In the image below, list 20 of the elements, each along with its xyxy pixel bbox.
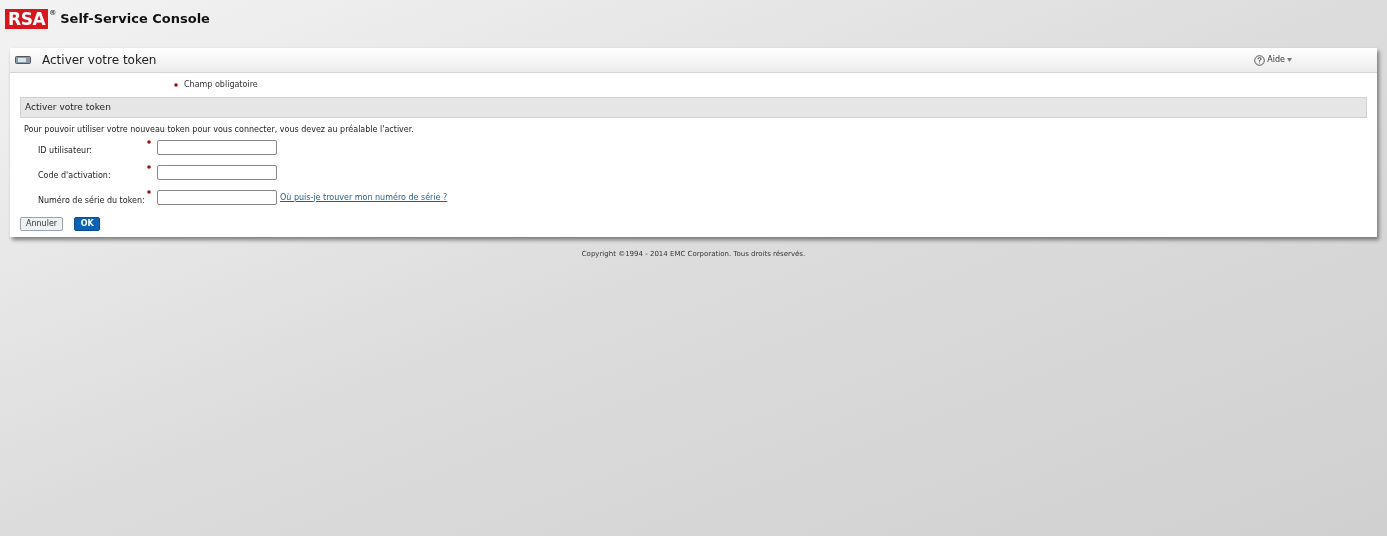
caret-icon (1287, 58, 1292, 62)
help-icon[interactable] (1254, 54, 1266, 66)
field-label: ID utilisateur: (38, 145, 92, 155)
text-input[interactable] (157, 140, 277, 155)
logo-mark: RSA (5, 9, 49, 29)
asterisk-icon (174, 83, 178, 87)
section-header: Activer votre token (20, 97, 1367, 118)
action-button[interactable]: OK (74, 217, 101, 231)
action-button[interactable]: Annuler (20, 217, 64, 231)
text-input[interactable] (157, 190, 277, 205)
panel-title: Activer votre token (42, 52, 157, 69)
help-link[interactable]: Où puis-je trouver mon numéro de série ? (280, 191, 448, 204)
app-title: Self-Service Console (60, 10, 210, 29)
text-input[interactable] (157, 165, 277, 180)
help-link[interactable]: Aide (1267, 54, 1285, 66)
field-label: Code d'activation: (38, 170, 111, 180)
required-note: Champ obligatoire (184, 79, 258, 91)
field-label: Numéro de série du token: (38, 195, 145, 205)
token-icon (15, 56, 31, 64)
section-description: Pour pouvoir utiliser votre nouveau token pour vous connecter, vous devez au préalable l'activer. (23, 124, 415, 136)
